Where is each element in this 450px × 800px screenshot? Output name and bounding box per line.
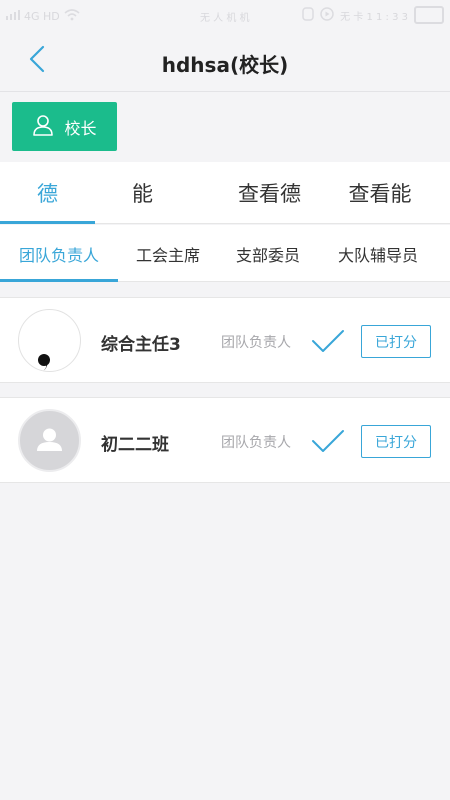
navigation-bar: hdhsa(校长) — [0, 32, 450, 92]
user-icon — [32, 114, 54, 140]
signal-icon — [6, 9, 20, 23]
scored-button[interactable]: 已打分 — [361, 325, 431, 358]
tab-view-neng[interactable]: 查看能 — [325, 162, 435, 224]
row-name: 综合主任3 — [101, 335, 181, 355]
tab-view-de-label: 查看德 — [238, 182, 301, 206]
tab-branch-member-label: 支部委员 — [235, 245, 300, 265]
status-bar: 4G HD 无 人 机 机 无 卡 1 1 : 3 3 — [0, 0, 450, 32]
role-strip: 校长 — [0, 92, 450, 162]
row-name: 初二二班 — [101, 435, 169, 455]
alarm-icon — [302, 6, 314, 24]
battery-icon — [414, 6, 444, 24]
avatar — [18, 309, 81, 372]
row-role: 团队负责人 — [221, 335, 291, 351]
main-tab-bar: 德 能 查看德 查看能 — [0, 162, 450, 224]
scored-button[interactable]: 已打分 — [361, 425, 431, 458]
tab-view-neng-label: 查看能 — [348, 182, 412, 206]
tab-neng-label: 能 — [132, 182, 153, 206]
status-left: 4G HD — [6, 8, 80, 24]
list-item[interactable]: 综合主任3 团队负责人 已打分 — [0, 297, 450, 383]
sub-tab-bar: 团队负责人 工会主席 支部委员 大队辅导员 — [0, 225, 450, 282]
play-icon — [320, 6, 334, 24]
list-item[interactable]: 初二二班 团队负责人 已打分 — [0, 397, 450, 483]
tab-brigade-counselor-label: 大队辅导员 — [337, 245, 418, 265]
default-avatar-icon — [37, 428, 62, 451]
status-right-text: 无 卡 1 1 : 3 3 — [340, 11, 408, 23]
wifi-icon — [64, 8, 80, 24]
tab-view-de[interactable]: 查看德 — [212, 162, 327, 224]
tab-branch-member[interactable]: 支部委员 — [218, 225, 318, 282]
check-icon — [311, 428, 345, 454]
status-right: 无 卡 1 1 : 3 3 — [302, 6, 444, 24]
avatar — [18, 409, 81, 472]
tab-team-leader-label: 团队负责人 — [18, 245, 99, 265]
scored-button-label: 已打分 — [375, 334, 417, 351]
tab-de[interactable]: 德 — [0, 162, 95, 224]
network-label: 4G HD — [24, 9, 60, 23]
check-icon — [311, 328, 345, 354]
tab-neng[interactable]: 能 — [95, 162, 190, 224]
tab-brigade-counselor[interactable]: 大队辅导员 — [318, 225, 438, 282]
role-button-label: 校长 — [64, 118, 97, 138]
tab-de-label: 德 — [37, 182, 58, 206]
scored-button-label: 已打分 — [375, 434, 417, 451]
tab-team-leader[interactable]: 团队负责人 — [0, 225, 118, 282]
tab-union-chair[interactable]: 工会主席 — [118, 225, 218, 282]
tab-union-chair-label: 工会主席 — [135, 245, 200, 265]
role-button[interactable]: 校长 — [12, 102, 117, 151]
page-title: hdhsa(校长) — [161, 53, 289, 77]
status-center-text: 无 人 机 机 — [200, 13, 250, 24]
row-role: 团队负责人 — [221, 435, 291, 451]
